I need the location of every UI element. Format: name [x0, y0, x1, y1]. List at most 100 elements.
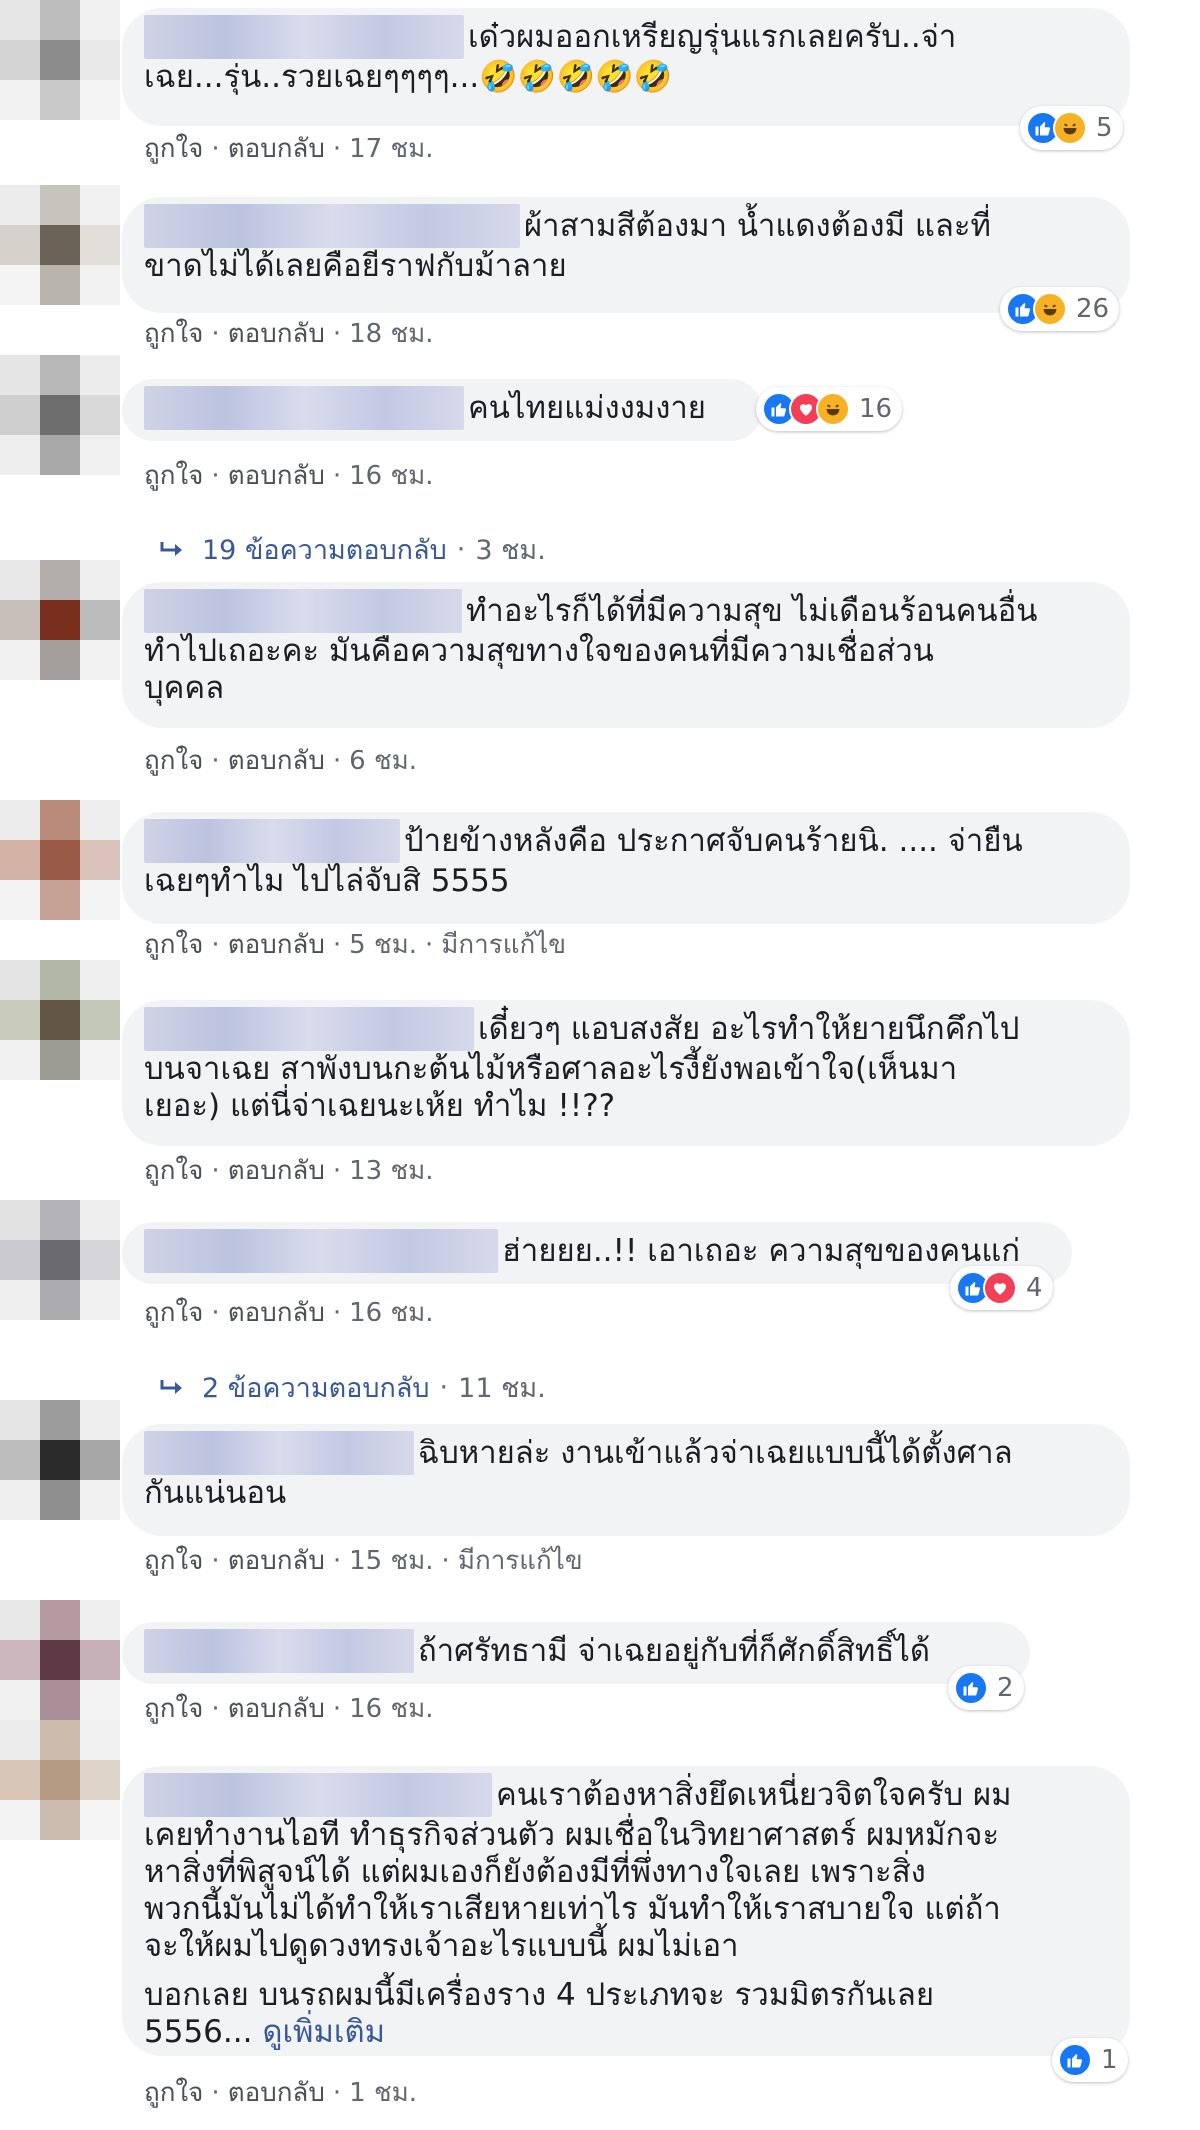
- comment-timestamp[interactable]: 16 ชม.: [349, 1694, 433, 1724]
- comment-actions: ถูกใจ · ตอบกลับ · 1 ชม.: [144, 2078, 417, 2108]
- like-link[interactable]: ถูกใจ: [144, 319, 203, 349]
- comment-timestamp[interactable]: 1 ชม.: [349, 2078, 417, 2108]
- comment-actions: ถูกใจ · ตอบกลับ · 16 ชม.: [144, 1694, 434, 1724]
- comment-bubble: ฉิบหายล่ะ งานเข้าแล้วจ่าเฉยแบบนี้ได้ตั้ง…: [122, 1424, 1130, 1536]
- reply-count-label[interactable]: 19 ข้อความตอบกลับ: [202, 528, 447, 571]
- avatar[interactable]: [0, 800, 120, 920]
- like-icon: [1058, 2043, 1092, 2077]
- comment-actions: ถูกใจ · ตอบกลับ · 15 ชม. · มีการแก้ไข: [144, 1546, 583, 1576]
- author-name-redacted[interactable]: [144, 589, 462, 633]
- comment-text: ฮ่ายยย..!! เอาเถอะ ความสุขของคนแก่: [502, 1233, 1021, 1269]
- author-name-redacted[interactable]: [144, 1229, 498, 1273]
- reaction-count: 26: [1076, 294, 1110, 324]
- avatar[interactable]: [0, 185, 120, 305]
- comment-timestamp[interactable]: 16 ชม.: [349, 461, 433, 491]
- like-link[interactable]: ถูกใจ: [144, 134, 203, 164]
- like-icon: [954, 1671, 988, 1705]
- edited-label[interactable]: มีการแก้ไข: [458, 1546, 583, 1576]
- avatar[interactable]: [0, 960, 120, 1080]
- comment-bubble: ผ้าสามสีต้องมา น้ำแดงต้องมี และที่ ขาดไม…: [122, 197, 1130, 313]
- reply-timestamp: 3 ชม.: [475, 535, 546, 566]
- avatar[interactable]: [0, 560, 120, 680]
- comment-timestamp[interactable]: 15 ชม.: [349, 1546, 433, 1576]
- reply-link[interactable]: ตอบกลับ: [228, 134, 325, 164]
- like-link[interactable]: ถูกใจ: [144, 746, 203, 776]
- like-link[interactable]: ถูกใจ: [144, 461, 203, 491]
- reply-link[interactable]: ตอบกลับ: [228, 461, 325, 491]
- comment-timestamp[interactable]: 18 ชม.: [349, 319, 433, 349]
- like-link[interactable]: ถูกใจ: [144, 1156, 203, 1186]
- author-name-redacted[interactable]: [144, 1431, 414, 1475]
- comment-timestamp[interactable]: 16 ชม.: [349, 1298, 433, 1328]
- author-name-redacted[interactable]: [144, 1629, 414, 1673]
- like-link[interactable]: ถูกใจ: [144, 930, 203, 960]
- reaction-summary[interactable]: 26: [1000, 287, 1120, 331]
- avatar[interactable]: [0, 1400, 120, 1520]
- reply-count-label[interactable]: 2 ข้อความตอบกลับ: [202, 1366, 430, 1409]
- haha-icon: [816, 392, 850, 426]
- comment-timestamp[interactable]: 17 ชม.: [349, 134, 433, 164]
- like-link[interactable]: ถูกใจ: [144, 1546, 203, 1576]
- author-name-redacted[interactable]: [144, 1773, 492, 1817]
- author-name-redacted[interactable]: [144, 1007, 474, 1051]
- comment-actions: ถูกใจ · ตอบกลับ · 6 ชม.: [144, 746, 417, 776]
- reply-arrow-icon: [160, 541, 182, 556]
- avatar[interactable]: [0, 1600, 120, 1720]
- edited-label[interactable]: มีการแก้ไข: [441, 930, 566, 960]
- like-link[interactable]: ถูกใจ: [144, 2078, 203, 2108]
- reaction-summary[interactable]: 4: [950, 1266, 1053, 1310]
- reaction-count: 5: [1096, 113, 1113, 143]
- reaction-count: 4: [1026, 1273, 1043, 1303]
- comment-actions: ถูกใจ · ตอบกลับ · 16 ชม.: [144, 461, 434, 491]
- avatar[interactable]: [0, 1720, 120, 1840]
- like-link[interactable]: ถูกใจ: [144, 1298, 203, 1328]
- reply-link[interactable]: ตอบกลับ: [228, 1694, 325, 1724]
- comment-actions: ถูกใจ · ตอบกลับ · 17 ชม.: [144, 134, 434, 164]
- reaction-summary[interactable]: 1: [1052, 2038, 1128, 2082]
- reply-link[interactable]: ตอบกลับ: [228, 1546, 325, 1576]
- comment-timestamp[interactable]: 5 ชม.: [349, 930, 417, 960]
- comment-text: คนไทยแม่งงมงาย: [468, 390, 706, 426]
- view-replies-link[interactable]: 2 ข้อความตอบกลับ · 11 ชม.: [158, 1366, 546, 1409]
- reaction-count: 16: [859, 394, 893, 424]
- reaction-count: 1: [1101, 2045, 1118, 2075]
- avatar[interactable]: [0, 0, 120, 120]
- comment-bubble: ถ้าศรัทธามี จ่าเฉยอยู่กับที่ก็ศักดิ์สิทธ…: [122, 1622, 1030, 1684]
- love-icon: [983, 1271, 1017, 1305]
- avatar[interactable]: [0, 355, 120, 475]
- comment-timestamp[interactable]: 13 ชม.: [349, 1156, 433, 1186]
- reply-link[interactable]: ตอบกลับ: [228, 1298, 325, 1328]
- comment-bubble: ทำอะไรก็ได้ที่มีความสุข ไม่เดือนร้อนคนอื…: [122, 582, 1130, 728]
- author-name-redacted[interactable]: [144, 819, 400, 863]
- author-name-redacted[interactable]: [144, 15, 464, 59]
- comment-timestamp[interactable]: 6 ชม.: [349, 746, 417, 776]
- comment-bubble: ป้ายข้างหลังคือ ประกาศจับคนร้ายนิ. .... …: [122, 812, 1130, 924]
- reply-link[interactable]: ตอบกลับ: [228, 1156, 325, 1186]
- reaction-summary[interactable]: 2: [948, 1666, 1024, 1710]
- reaction-count: 2: [997, 1673, 1014, 1703]
- comment-actions: ถูกใจ · ตอบกลับ · 18 ชม.: [144, 319, 434, 349]
- comment-bubble: คนเราต้องหาสิ่งยึดเหนี่ยวจิตใจครับ ผม เค…: [122, 1766, 1130, 2056]
- avatar[interactable]: [0, 1200, 120, 1320]
- comment-actions: ถูกใจ · ตอบกลับ · 16 ชม.: [144, 1298, 434, 1328]
- author-name-redacted[interactable]: [144, 386, 464, 430]
- reaction-summary[interactable]: 16: [756, 387, 903, 431]
- reply-link[interactable]: ตอบกลับ: [228, 746, 325, 776]
- comment-bubble: ฮ่ายยย..!! เอาเถอะ ความสุขของคนแก่: [122, 1222, 1072, 1284]
- see-more-link[interactable]: ดูเพิ่มเติม: [262, 2014, 385, 2050]
- reply-link[interactable]: ตอบกลับ: [228, 930, 325, 960]
- comment-bubble: เด๋วผมออกเหรียญรุ่นแรกเลยครับ..จ่า เฉย..…: [122, 8, 1130, 126]
- reply-link[interactable]: ตอบกลับ: [228, 319, 325, 349]
- comment-text: ถ้าศรัทธามี จ่าเฉยอยู่กับที่ก็ศักดิ์สิทธ…: [418, 1633, 931, 1669]
- view-replies-link[interactable]: 19 ข้อความตอบกลับ · 3 ชม.: [158, 528, 546, 571]
- reply-timestamp: 11 ชม.: [458, 1373, 546, 1404]
- comment-bubble: เดี๋ยวๆ แอบสงสัย อะไรทำให้ยายนึกคึกไป บน…: [122, 1000, 1130, 1146]
- comment-bubble: คนไทยแม่งงมงาย: [122, 379, 762, 441]
- comment-thread: เด๋วผมออกเหรียญรุ่นแรกเลยครับ..จ่า เฉย..…: [0, 0, 1200, 2130]
- haha-icon: [1053, 111, 1087, 145]
- reaction-summary[interactable]: 5: [1020, 106, 1123, 150]
- haha-icon: [1033, 292, 1067, 326]
- reply-link[interactable]: ตอบกลับ: [228, 2078, 325, 2108]
- author-name-redacted[interactable]: [144, 204, 520, 248]
- like-link[interactable]: ถูกใจ: [144, 1694, 203, 1724]
